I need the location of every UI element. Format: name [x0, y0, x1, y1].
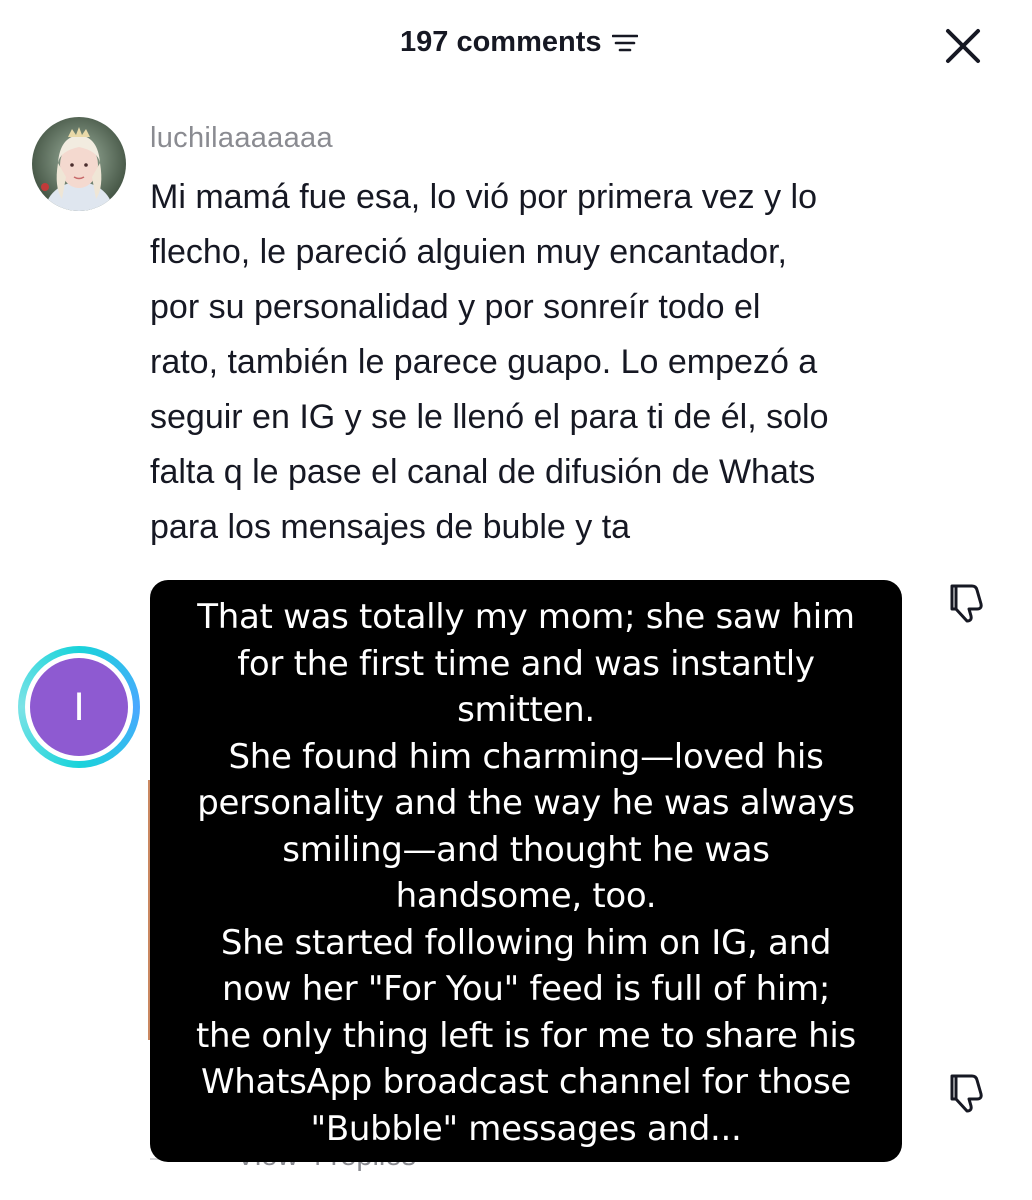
close-icon[interactable]: [942, 25, 984, 67]
dislike-icon[interactable]: [942, 1068, 988, 1114]
comments-count-sort[interactable]: 197 comments: [400, 26, 638, 59]
commenter-avatar[interactable]: [32, 117, 126, 211]
next-commenter-avatar[interactable]: I: [18, 646, 140, 768]
translation-text: That was totally my mom; she saw him for…: [150, 594, 902, 1152]
translation-line: WhatsApp broadcast channel for those: [200, 1062, 852, 1102]
translation-overlay: That was totally my mom; she saw him for…: [150, 580, 902, 1162]
comment-username[interactable]: luchilaaaaaaa: [150, 122, 333, 155]
translation-line: She started following him on IG, and: [220, 922, 832, 963]
comment-text: Mi mamá fue esa, lo vió por primera vez …: [150, 178, 829, 546]
translation-line: That was totally my mom; she saw him: [197, 597, 855, 637]
profile-photo-image: [32, 117, 126, 211]
sort-icon[interactable]: [611, 32, 638, 54]
translation-line: for the first time and was instantly: [237, 643, 815, 684]
translation-line: handsome, too.: [395, 876, 657, 916]
translation-line: She found him charming—loved his: [228, 736, 824, 777]
translation-line: now her "For You" feed is full of him;: [222, 969, 830, 1009]
translation-line: personality and the way he was always: [197, 783, 855, 823]
dislike-icon[interactable]: [942, 578, 988, 624]
comments-sheet: 197 comments luchilaaaaaaa Mi mamá fue e…: [0, 0, 1032, 1200]
comments-count-title: 197 comments: [400, 26, 602, 58]
comments-header: 197 comments: [0, 0, 1032, 90]
translation-line: smiling—and thought he was: [282, 829, 770, 870]
translation-line: the only thing left is for me to share h…: [196, 1015, 856, 1056]
avatar-initial: I: [30, 658, 128, 756]
translation-line: smitten.: [457, 690, 595, 730]
translation-line: "Bubble" messages and...: [310, 1108, 742, 1149]
